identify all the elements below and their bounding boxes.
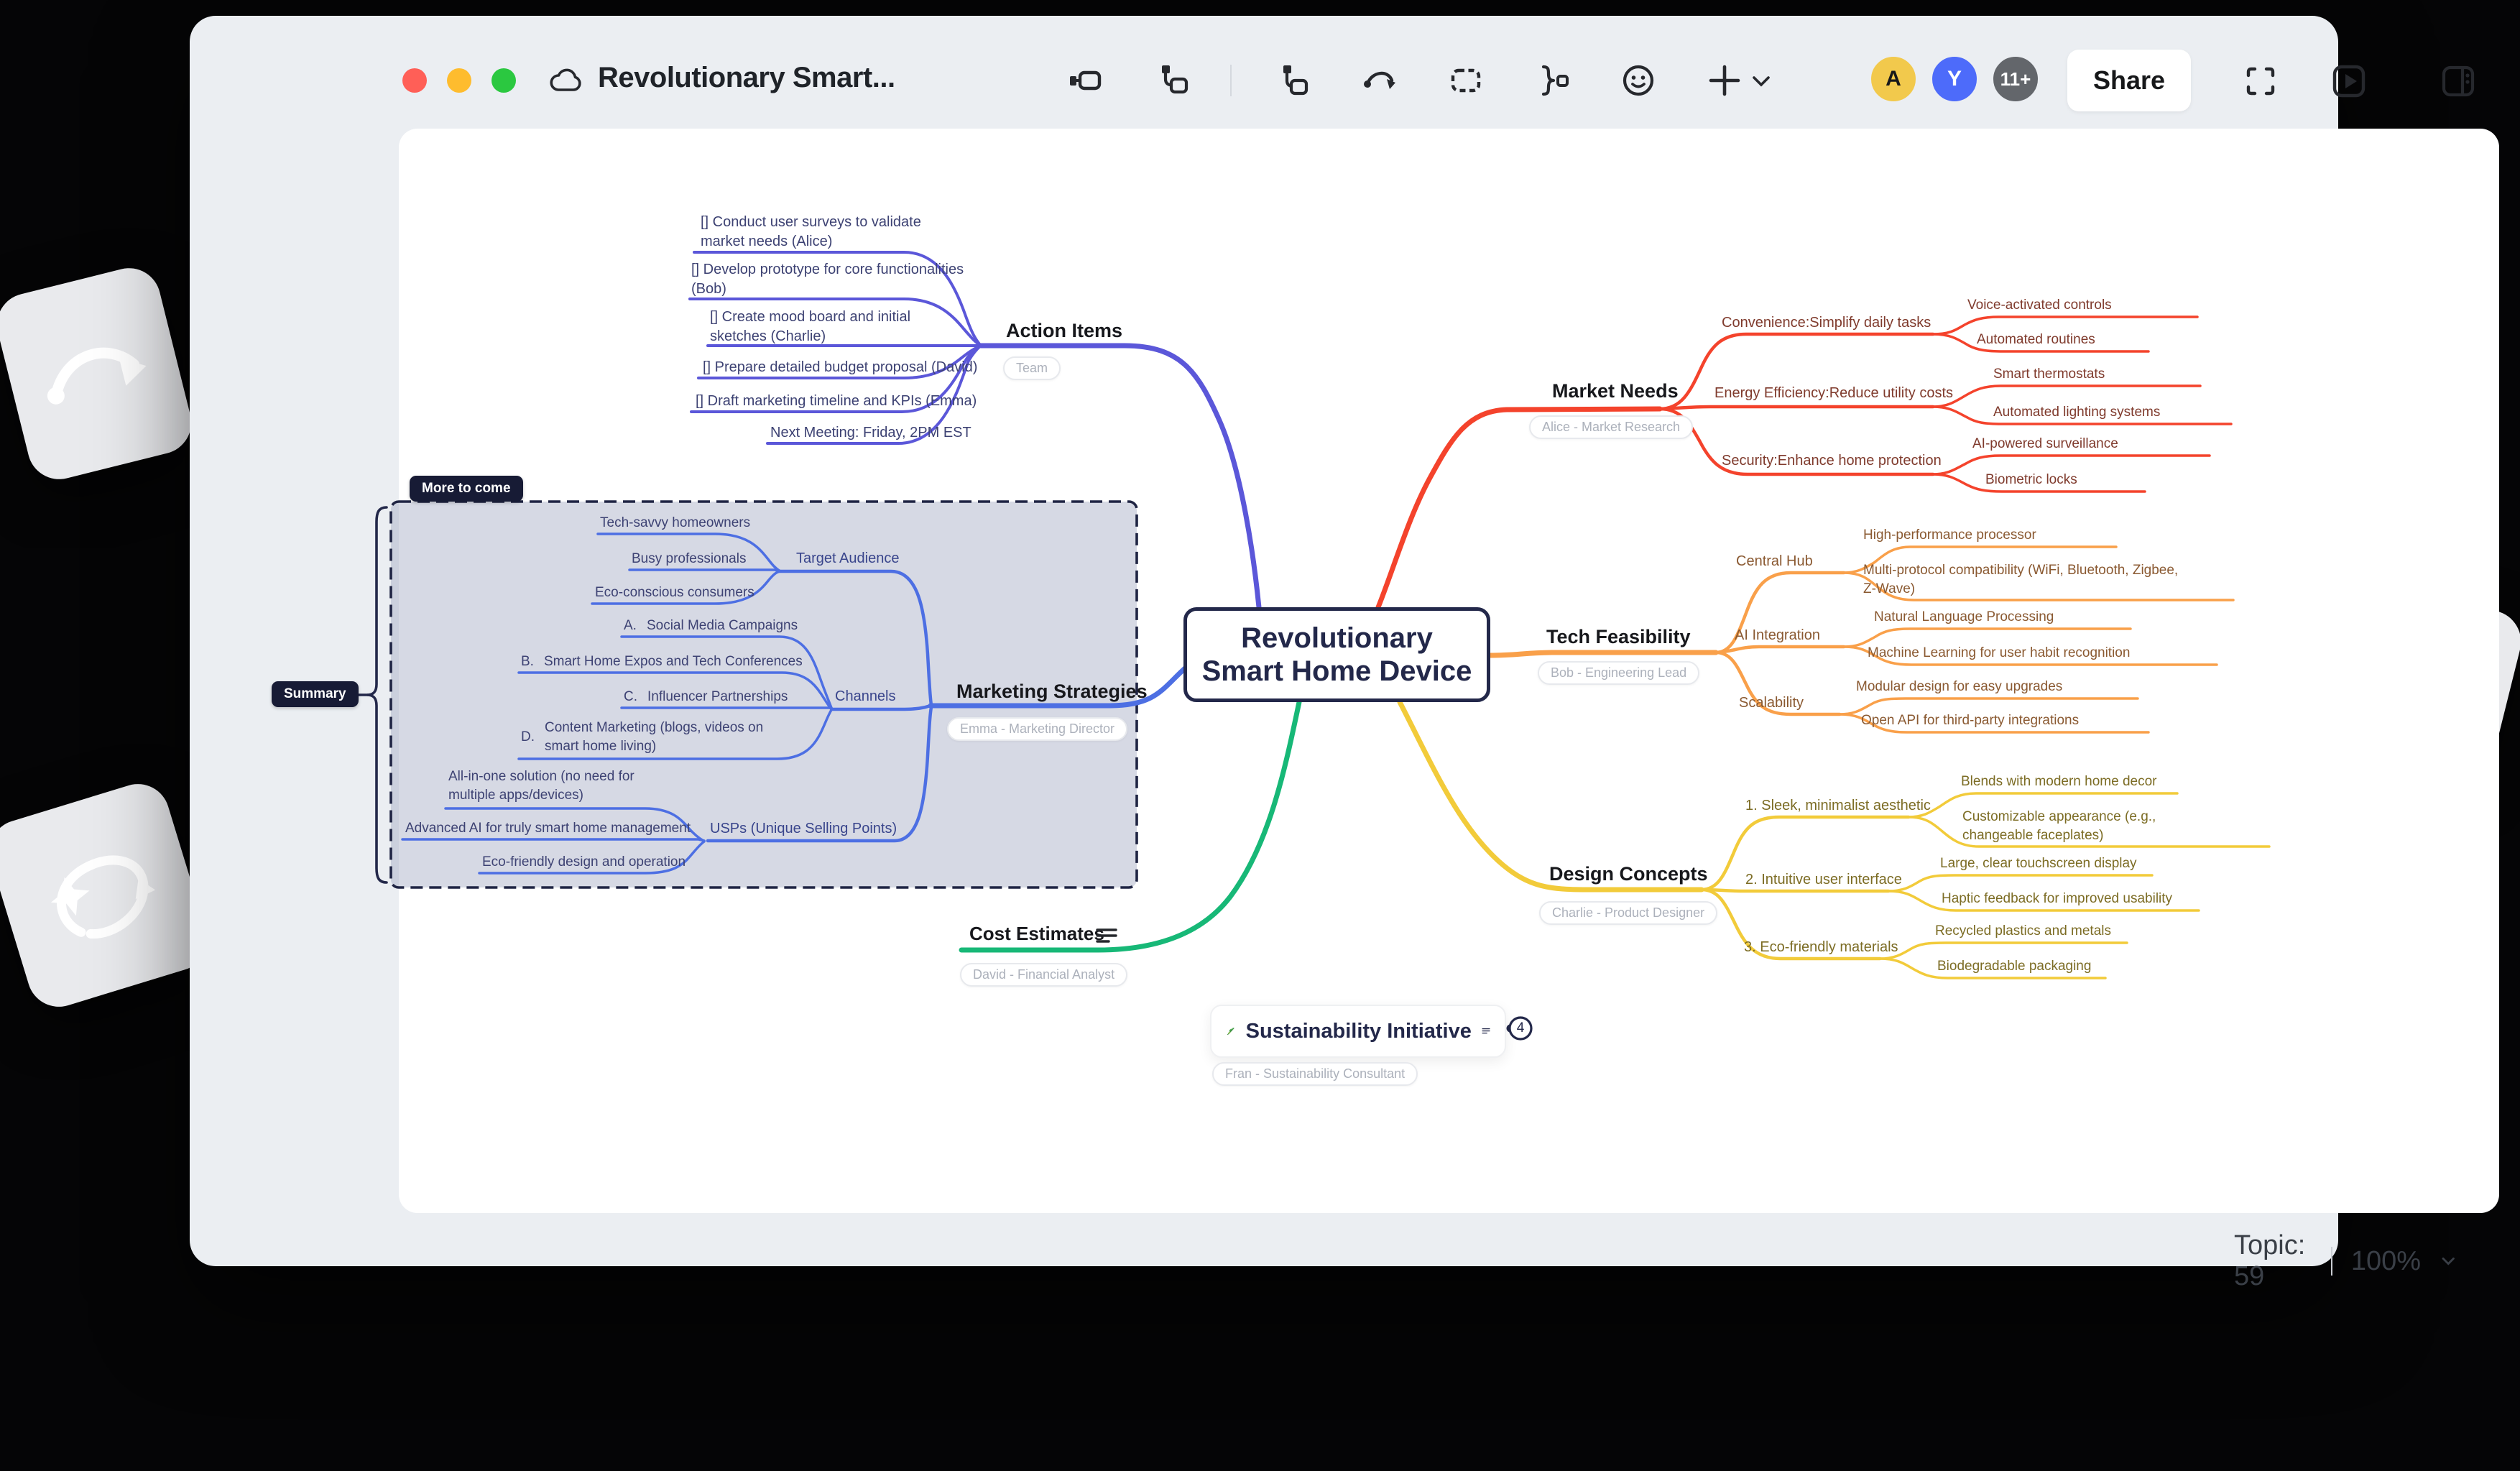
mindmap-edges [0, 0, 2520, 1471]
item-text: Influencer Partnerships [647, 688, 788, 706]
subtopic-scalability[interactable]: Scalability [1739, 693, 1804, 713]
action-item[interactable]: [] Create mood board and initial sketche… [710, 308, 966, 346]
central-topic[interactable]: Revolutionary Smart Home Device [1183, 607, 1490, 702]
summary-label[interactable]: Summary [272, 681, 359, 707]
leaf-item[interactable]: Natural Language Processing [1874, 608, 2054, 627]
leaf-item[interactable]: Large, clear touchscreen display [1940, 854, 2137, 873]
topic-tech-feasibility[interactable]: Tech Feasibility [1546, 624, 1691, 650]
subtopic-energy[interactable]: Energy Efficiency:Reduce utility costs [1714, 384, 1953, 403]
subtopic-convenience[interactable]: Convenience:Simplify daily tasks [1722, 313, 1931, 333]
subtopic-ui[interactable]: 2. Intuitive user interface [1745, 870, 1902, 890]
leaf-item[interactable]: Tech-savvy homeowners [600, 514, 750, 532]
channel-item[interactable]: D. Content Marketing (blogs, videos on s… [521, 719, 785, 756]
leaf-item[interactable]: Automated lighting systems [1993, 403, 2160, 422]
usp-item[interactable]: Advanced AI for truly smart home managem… [405, 819, 691, 838]
leaf-item[interactable]: Automated routines [1977, 331, 2095, 349]
topic-cost-estimates[interactable]: Cost Estimates [969, 921, 1104, 946]
topic-marketing-strategies[interactable]: Marketing Strategies [956, 678, 1148, 705]
subtopic-channels[interactable]: Channels [835, 687, 896, 706]
topic-market-needs[interactable]: Market Needs [1552, 378, 1679, 405]
subtopic-materials[interactable]: 3. Eco-friendly materials [1744, 938, 1898, 957]
leaf-item[interactable]: Machine Learning for user habit recognit… [1868, 644, 2130, 663]
collapsed-count[interactable]: 4 [1508, 1016, 1533, 1041]
leaf-item[interactable]: Modular design for easy upgrades [1856, 678, 2062, 696]
floating-topic-sustainability[interactable]: Sustainability Initiative [1210, 1005, 1506, 1058]
tag-emma[interactable]: Emma - Marketing Director [947, 717, 1127, 741]
leaf-item[interactable]: Blends with modern home decor [1961, 773, 2156, 791]
boundary-label[interactable]: More to come [410, 476, 523, 502]
channel-item[interactable]: B. Smart Home Expos and Tech Conferences [521, 653, 803, 671]
notes-icon[interactable] [1095, 926, 1118, 947]
action-item[interactable]: [] Develop prototype for core functional… [691, 260, 964, 299]
tag-fran[interactable]: Fran - Sustainability Consultant [1212, 1062, 1418, 1086]
usp-item[interactable]: Eco-friendly design and operation [482, 853, 686, 872]
subtopic-security[interactable]: Security:Enhance home protection [1722, 451, 1942, 471]
tag-alice[interactable]: Alice - Market Research [1529, 415, 1693, 439]
tag-team[interactable]: Team [1003, 356, 1061, 380]
item-prefix: A. [624, 617, 637, 635]
leaf-item[interactable]: Eco-conscious consumers [595, 584, 754, 602]
action-item[interactable]: [] Draft marketing timeline and KPIs (Em… [696, 392, 977, 411]
leaf-item[interactable]: Haptic feedback for improved usability [1942, 890, 2172, 908]
leaf-item[interactable]: Biometric locks [1985, 471, 2077, 489]
usp-item[interactable]: All-in-one solution (no need for multipl… [448, 767, 680, 805]
leaf-item[interactable]: Busy professionals [632, 550, 746, 568]
subtopic-aesthetic[interactable]: 1. Sleek, minimalist aesthetic [1745, 796, 1931, 816]
action-item[interactable]: Next Meeting: Friday, 2PM EST [770, 423, 971, 443]
subtopic-ai-integration[interactable]: AI Integration [1735, 626, 1820, 645]
leaf-icon [1226, 1018, 1236, 1044]
screenshot-stage: Aa Revolutionary Smart... [0, 0, 2520, 1471]
subtopic-usps[interactable]: USPs (Unique Selling Points) [710, 819, 897, 839]
item-prefix: D. [521, 728, 535, 747]
action-item[interactable]: [] Prepare detailed budget proposal (Dav… [703, 358, 977, 377]
notes-icon[interactable] [1482, 1020, 1490, 1042]
tag-bob[interactable]: Bob - Engineering Lead [1538, 661, 1699, 685]
leaf-item[interactable]: AI-powered surveillance [1972, 435, 2118, 453]
action-item[interactable]: [] Conduct user surveys to validate mark… [701, 213, 961, 252]
leaf-item[interactable]: Smart thermostats [1993, 365, 2105, 384]
leaf-item[interactable]: Customizable appearance (e.g., changeabl… [1962, 808, 2221, 845]
subtopic-central-hub[interactable]: Central Hub [1736, 552, 1813, 571]
item-text: Social Media Campaigns [647, 617, 798, 635]
tag-charlie[interactable]: Charlie - Product Designer [1539, 901, 1717, 925]
leaf-item[interactable]: Multi-protocol compatibility (WiFi, Blue… [1863, 561, 2187, 599]
channel-item[interactable]: A. Social Media Campaigns [624, 617, 798, 635]
leaf-item[interactable]: High-performance processor [1863, 526, 2036, 545]
leaf-item[interactable]: Voice-activated controls [1967, 296, 2112, 315]
tag-david[interactable]: David - Financial Analyst [960, 963, 1127, 987]
topic-action-items[interactable]: Action Items [1006, 318, 1122, 344]
leaf-item[interactable]: Recycled plastics and metals [1935, 922, 2111, 941]
item-prefix: B. [521, 653, 534, 671]
item-text: Smart Home Expos and Tech Conferences [544, 653, 803, 671]
topic-design-concepts[interactable]: Design Concepts [1549, 861, 1708, 887]
leaf-item[interactable]: Open API for third-party integrations [1861, 711, 2079, 730]
item-text: Content Marketing (blogs, videos on smar… [545, 719, 782, 756]
leaf-item[interactable]: Biodegradable packaging [1937, 957, 2091, 976]
floating-topic-label: Sustainability Initiative [1246, 1020, 1472, 1043]
subtopic-target-audience[interactable]: Target Audience [796, 549, 899, 568]
channel-item[interactable]: C. Influencer Partnerships [624, 688, 788, 706]
item-prefix: C. [624, 688, 637, 706]
